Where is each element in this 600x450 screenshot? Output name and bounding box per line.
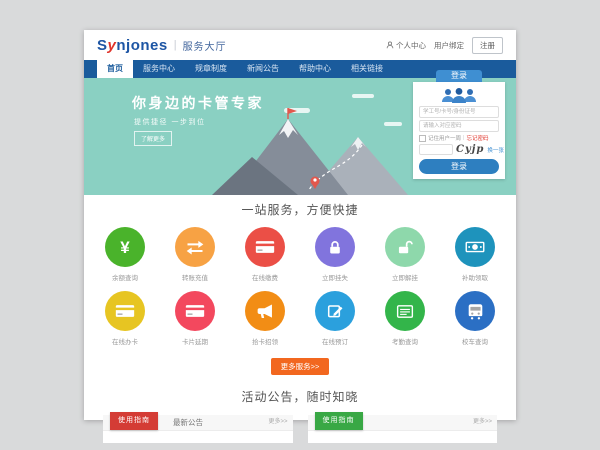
bus-icon <box>467 303 484 320</box>
card-icon <box>255 239 275 255</box>
login-panel: 登录 记住用户一周 | 忘记密码 Cyjp 换一张 <box>413 70 505 179</box>
service-label: 立即挂失 <box>313 272 357 282</box>
service-label: 在线预订 <box>313 336 357 346</box>
banknote-icon <box>465 239 485 255</box>
logo-wordmark: Synjones <box>97 37 168 54</box>
mountains-illustration <box>212 105 408 195</box>
announcements-section: 活动公告，随时知晓 使用指南 最新公告 更多>> 使用指南 更多>> <box>84 388 516 443</box>
nav-item-rules[interactable]: 规章制度 <box>185 60 237 78</box>
guide-ribbon-tab[interactable]: 使用指南 <box>315 412 363 430</box>
site-title: 服务大厅 <box>183 38 227 53</box>
more-link[interactable]: 更多>> <box>268 415 287 430</box>
guide-panel-right: 使用指南 更多>> <box>308 415 498 443</box>
service-label: 拾卡招领 <box>243 336 287 346</box>
service-lost-found[interactable]: 拾卡招领 <box>243 291 287 346</box>
service-booking[interactable]: 在线预订 <box>313 291 357 346</box>
login-options: 记住用户一周 | 忘记密码 <box>419 134 499 142</box>
more-link[interactable]: 更多>> <box>473 415 492 430</box>
captcha-row: Cyjp 换一张 <box>419 144 499 155</box>
megaphone-icon <box>256 303 274 320</box>
personal-center-link[interactable]: 个人中心 <box>386 40 426 51</box>
service-transfer[interactable]: 转账充值 <box>173 227 217 282</box>
login-submit-button[interactable]: 登录 <box>419 159 499 174</box>
service-label: 转账充值 <box>173 272 217 282</box>
user-bind-link[interactable]: 用户绑定 <box>434 40 464 51</box>
panel-content <box>308 431 498 443</box>
cloud-decoration <box>352 94 374 98</box>
hero-banner: 你身边的卡管专家 提供捷径 一步到位 了解更多 登录 <box>84 78 516 195</box>
yen-icon: ¥ <box>120 239 129 256</box>
captcha-image: Cyjp <box>456 144 484 155</box>
edit-icon <box>327 303 344 320</box>
list-icon <box>396 304 414 319</box>
service-label: 校车查询 <box>453 336 497 346</box>
service-label: 考勤查询 <box>383 336 427 346</box>
header: Synjones | 服务大厅 个人中心 用户绑定 注册 <box>84 30 516 60</box>
services-title: 一站服务，方便快捷 <box>84 201 516 218</box>
user-bind-label: 用户绑定 <box>434 40 464 51</box>
options-divider: | <box>463 135 464 141</box>
unlock-icon <box>397 239 414 256</box>
captcha-input[interactable] <box>419 144 453 155</box>
service-balance[interactable]: ¥ 余额查询 <box>103 227 147 282</box>
logo: Synjones | 服务大厅 <box>97 37 227 54</box>
announcements-title: 活动公告，随时知晓 <box>84 388 516 405</box>
card-icon <box>115 303 135 319</box>
nav-item-links[interactable]: 相关链接 <box>341 60 393 78</box>
services-row-2: 在线办卡 卡片延期 拾卡招领 在线预订 <box>84 291 516 346</box>
login-id-input[interactable] <box>419 106 499 118</box>
forgot-password-link[interactable]: 忘记密码 <box>466 134 488 142</box>
users-avatar-icon <box>437 87 481 104</box>
personal-center-label: 个人中心 <box>396 40 426 51</box>
service-apply-card[interactable]: 在线办卡 <box>103 291 147 346</box>
service-label: 补助领取 <box>453 272 497 282</box>
card-icon <box>185 303 205 319</box>
panel-content <box>103 431 293 443</box>
service-attendance[interactable]: 考勤查询 <box>383 291 427 346</box>
person-icon <box>386 41 394 49</box>
service-subsidy[interactable]: 补助领取 <box>453 227 497 282</box>
hero-subtitle: 提供捷径 一步到位 <box>134 117 205 127</box>
services-section: 一站服务，方便快捷 ¥ 余额查询 转账充值 在线缴费 <box>84 195 516 375</box>
hero-cta-button[interactable]: 了解更多 <box>134 131 172 146</box>
logo-divider: | <box>174 39 177 51</box>
service-school-bus[interactable]: 校车查询 <box>453 291 497 346</box>
login-tab[interactable]: 登录 <box>436 70 482 82</box>
service-label: 余额查询 <box>103 272 147 282</box>
remember-label: 记住用户一周 <box>428 134 461 142</box>
latest-announcements-tab[interactable]: 最新公告 <box>173 415 203 430</box>
lock-icon <box>327 239 343 256</box>
service-report-loss[interactable]: 立即挂失 <box>313 227 357 282</box>
service-label: 在线缴费 <box>243 272 287 282</box>
service-card-renew[interactable]: 卡片延期 <box>173 291 217 346</box>
guide-ribbon-tab[interactable]: 使用指南 <box>110 412 158 430</box>
register-button[interactable]: 注册 <box>472 37 503 54</box>
nav-item-service-center[interactable]: 服务中心 <box>133 60 185 78</box>
service-pay-online[interactable]: 在线缴费 <box>243 227 287 282</box>
remember-checkbox[interactable] <box>419 135 426 142</box>
more-services-button[interactable]: 更多服务>> <box>271 358 330 375</box>
guide-panel-left: 使用指南 最新公告 更多>> <box>103 415 293 443</box>
nav-item-help[interactable]: 帮助中心 <box>289 60 341 78</box>
nav-item-news[interactable]: 新闻公告 <box>237 60 289 78</box>
nav-item-home[interactable]: 首页 <box>97 60 133 78</box>
service-unfreeze[interactable]: 立即解挂 <box>383 227 427 282</box>
page: Synjones | 服务大厅 个人中心 用户绑定 注册 首页 服务中心 规章制… <box>84 30 516 420</box>
service-label: 立即解挂 <box>383 272 427 282</box>
login-password-input[interactable] <box>419 120 499 132</box>
change-captcha-link[interactable]: 换一张 <box>487 146 504 154</box>
header-links: 个人中心 用户绑定 注册 <box>386 37 503 54</box>
transfer-icon <box>185 240 205 255</box>
services-row-1: ¥ 余额查询 转账充值 在线缴费 立即挂失 <box>84 227 516 282</box>
service-label: 卡片延期 <box>173 336 217 346</box>
service-label: 在线办卡 <box>103 336 147 346</box>
